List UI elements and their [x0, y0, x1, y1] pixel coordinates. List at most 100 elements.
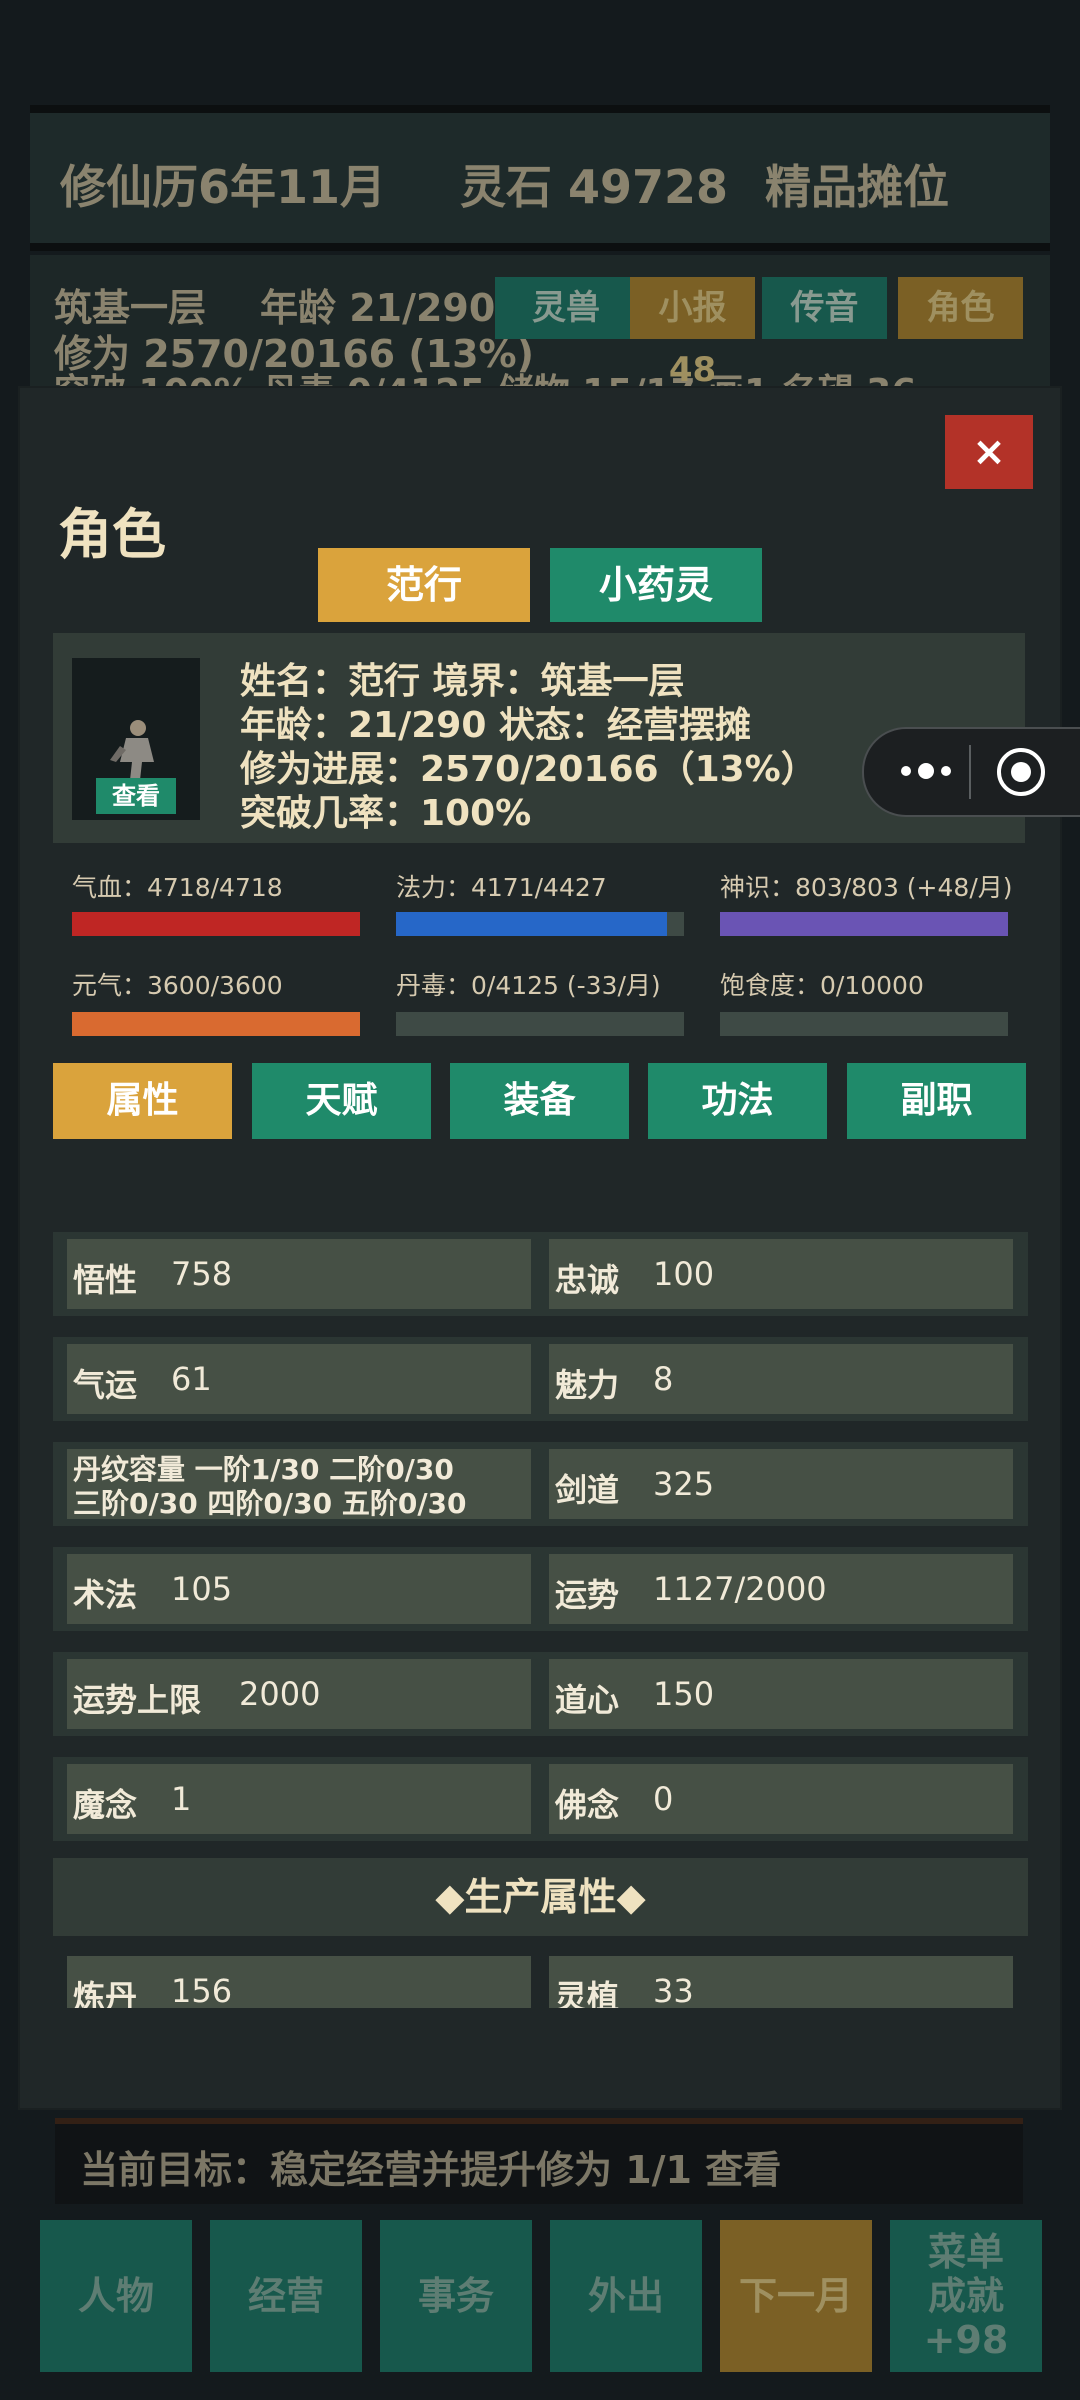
- stall-label[interactable]: 精品摊位: [765, 151, 949, 217]
- nav-business[interactable]: 经营: [210, 2220, 362, 2372]
- attr-value: 一阶1/30 二阶0/30: [194, 1453, 454, 1486]
- production-cell-herbology: 灵植 33: [549, 1956, 1013, 2008]
- attr-key: 魅力: [555, 1366, 620, 1404]
- attr-key: 佛念: [555, 1786, 620, 1824]
- top-status-bar: 修仙历6年11月 灵石 49728 精品摊位: [30, 105, 1050, 251]
- attr-value: 2000: [239, 1675, 321, 1713]
- bar-track: [720, 1012, 1008, 1036]
- goal-bar: 当前目标：稳定经营并提升修为 1/1 查看: [55, 2118, 1023, 2204]
- bar-fill: [396, 912, 668, 936]
- character-portrait[interactable]: 查看: [72, 658, 200, 820]
- attribute-cell: 道心 150: [549, 1659, 1013, 1729]
- attribute-row: 气运 61 魅力 8: [53, 1337, 1028, 1421]
- attribute-cell: 运势上限 2000: [67, 1659, 531, 1729]
- attr-multiline: 丹纹容量 一阶1/30 二阶0/30 三阶0/30 四阶0/30 五阶0/30: [73, 1453, 467, 1521]
- tab-side-jobs[interactable]: 副职: [847, 1063, 1026, 1139]
- bar-track: [72, 1012, 360, 1036]
- news-button[interactable]: 小报 48: [630, 277, 755, 390]
- spirit-beast-button[interactable]: 灵兽: [495, 277, 637, 339]
- tab-medicine-spirit[interactable]: 小药灵: [550, 548, 762, 622]
- attr-key: 悟性: [73, 1261, 138, 1299]
- attribute-row: 魔念 1 佛念 0: [53, 1757, 1028, 1841]
- attribute-row: 运势上限 2000 道心 150: [53, 1652, 1028, 1736]
- attr-value: 0: [653, 1780, 674, 1818]
- attr-key: 剑道: [555, 1471, 620, 1509]
- achievement-label: 成就+98: [923, 2274, 1009, 2362]
- breakthrough-line: 突破几率：100%: [240, 793, 532, 834]
- production-section-title: ◆生产属性◆: [53, 1858, 1028, 1936]
- attribute-cell: 气运 61: [67, 1344, 531, 1414]
- attr-value: 758: [171, 1255, 233, 1293]
- attribute-row: 悟性 758 忠诚 100: [53, 1232, 1028, 1316]
- bar-track: [396, 1012, 684, 1036]
- attr-key: 运势上限: [73, 1681, 202, 1719]
- attr-value: 8: [653, 1360, 674, 1398]
- attr-key: 魔念: [73, 1786, 138, 1824]
- menu-label: 菜单: [927, 2230, 1004, 2274]
- attribute-cell: 剑道 325: [549, 1449, 1013, 1519]
- character-button[interactable]: 角色: [898, 277, 1023, 339]
- nav-next-month[interactable]: 下一月: [720, 2220, 872, 2372]
- attribute-cell: 魔念 1: [67, 1764, 531, 1834]
- attribute-cell: 佛念 0: [549, 1764, 1013, 1834]
- bar-fill: [720, 912, 1008, 936]
- mini-program-capsule: [862, 727, 1080, 817]
- attr-value: 33: [653, 1972, 694, 2008]
- attr-key: 炼丹: [73, 1978, 138, 2008]
- attribute-cell: 魅力 8: [549, 1344, 1013, 1414]
- attr-value: 1: [171, 1780, 192, 1818]
- bar-track: [720, 912, 1008, 936]
- attr-value: 325: [653, 1465, 715, 1503]
- attribute-cell: 悟性 758: [67, 1239, 531, 1309]
- attr-value: 156: [171, 1972, 233, 2008]
- attr-key: 灵植: [555, 1978, 620, 2008]
- attr-key: 术法: [73, 1576, 138, 1614]
- attr-value: 61: [171, 1360, 212, 1398]
- character-figure-icon: [110, 720, 154, 780]
- goal-text[interactable]: 当前目标：稳定经营并提升修为 1/1 查看: [80, 2139, 781, 2194]
- attr-value: 150: [653, 1675, 715, 1713]
- nav-character[interactable]: 人物: [40, 2220, 192, 2372]
- bar-label: 元气：3600/3600: [72, 971, 283, 1000]
- close-miniprogram-icon[interactable]: [994, 745, 1048, 799]
- bar-label: 丹毒：0/4125 (-33/月): [396, 971, 661, 1000]
- attr-value: 100: [653, 1255, 715, 1293]
- attr-key: 气运: [73, 1366, 138, 1404]
- attribute-cell: 忠诚 100: [549, 1239, 1013, 1309]
- character-stats-panel: 筑基一层 年龄 21/290 修为 2570/20166 (13%) 突破 10…: [30, 255, 1050, 413]
- modal-title: 角色: [58, 503, 166, 566]
- production-row: 炼丹 156 灵植 33: [53, 1950, 1028, 2008]
- tab-equipment[interactable]: 装备: [450, 1063, 629, 1139]
- attr-key: 道心: [555, 1681, 620, 1719]
- attr-value: 1127/2000: [653, 1570, 827, 1608]
- bar-track: [396, 912, 684, 936]
- nav-menu[interactable]: 菜单 成就+98: [890, 2220, 1042, 2372]
- attr-value-line2: 三阶0/30 四阶0/30 五阶0/30: [73, 1487, 467, 1520]
- bar-fill: [72, 1012, 360, 1036]
- attr-key: 丹纹容量: [73, 1453, 186, 1486]
- bar-fill: [72, 912, 360, 936]
- attr-key: 运势: [555, 1576, 620, 1614]
- tab-fanxing[interactable]: 范行: [318, 548, 530, 622]
- attribute-cell: 运势 1127/2000: [549, 1554, 1013, 1624]
- more-icon[interactable]: [892, 753, 964, 789]
- view-badge[interactable]: 查看: [96, 778, 176, 814]
- close-button[interactable]: ×: [945, 415, 1033, 489]
- bar-track: [72, 912, 360, 936]
- attr-key: 忠诚: [555, 1261, 620, 1299]
- capsule-divider: [969, 745, 971, 799]
- attribute-row: 丹纹容量 一阶1/30 二阶0/30 三阶0/30 四阶0/30 五阶0/30 剑道…: [53, 1442, 1028, 1526]
- spirit-stone-count: 灵石 49728: [460, 160, 729, 214]
- tab-attributes[interactable]: 属性: [53, 1063, 232, 1139]
- attribute-cell: 丹纹容量 一阶1/30 二阶0/30 三阶0/30 四阶0/30 五阶0/30: [67, 1449, 531, 1521]
- nav-outing[interactable]: 外出: [550, 2220, 702, 2372]
- nav-affairs[interactable]: 事务: [380, 2220, 532, 2372]
- tab-techniques[interactable]: 功法: [648, 1063, 827, 1139]
- tab-talents[interactable]: 天赋: [252, 1063, 431, 1139]
- attr-value: 105: [171, 1570, 233, 1608]
- bar-label: 气血：4718/4718: [72, 873, 283, 902]
- attribute-cell: 术法 105: [67, 1554, 531, 1624]
- bar-label: 法力：4171/4427: [396, 873, 607, 902]
- message-button[interactable]: 传音: [762, 277, 887, 339]
- bar-label: 神识：803/803 (+48/月): [720, 873, 1013, 902]
